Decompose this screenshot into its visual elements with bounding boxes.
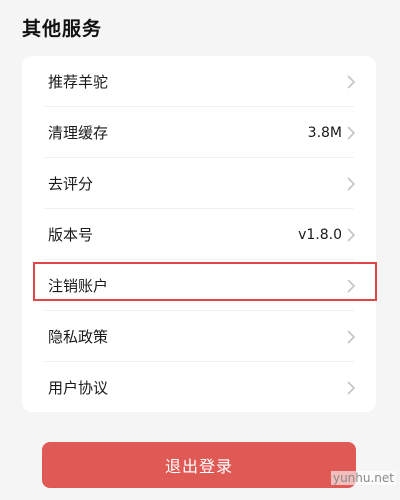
menu-item-privacy-policy[interactable]: 隐私政策 xyxy=(22,311,376,362)
menu-item-label: 清理缓存 xyxy=(48,124,109,142)
menu-item-label: 版本号 xyxy=(48,226,94,244)
chevron-right-icon xyxy=(344,381,358,395)
version-value: v1.8.0 xyxy=(298,226,342,243)
menu-item-label: 去评分 xyxy=(48,175,94,193)
chevron-right-icon xyxy=(344,75,358,89)
menu-item-label: 隐私政策 xyxy=(48,328,109,346)
services-menu-card: 推荐羊驼 清理缓存 3.8M 去评分 版本号 v1.8.0 注销账户 隐私政策 … xyxy=(22,56,376,412)
menu-item-user-agreement[interactable]: 用户协议 xyxy=(22,362,376,412)
chevron-right-icon xyxy=(344,177,358,191)
settings-page: 其他服务 推荐羊驼 清理缓存 3.8M 去评分 版本号 v1.8.0 注销账户 … xyxy=(0,0,400,500)
menu-item-version[interactable]: 版本号 v1.8.0 xyxy=(22,209,376,260)
menu-item-label: 推荐羊驼 xyxy=(48,73,109,91)
chevron-right-icon xyxy=(344,279,358,293)
chevron-right-icon xyxy=(344,126,358,140)
menu-item-recommend-alpaca[interactable]: 推荐羊驼 xyxy=(22,56,376,107)
menu-item-delete-account[interactable]: 注销账户 xyxy=(22,260,376,311)
chevron-right-icon xyxy=(344,228,358,242)
logout-button[interactable]: 退出登录 xyxy=(42,442,356,488)
chevron-right-icon xyxy=(344,330,358,344)
menu-item-label: 用户协议 xyxy=(48,379,109,397)
menu-item-rate-app[interactable]: 去评分 xyxy=(22,158,376,209)
section-title: 其他服务 xyxy=(22,18,103,40)
watermark: yunhu.net xyxy=(330,471,396,485)
menu-item-label: 注销账户 xyxy=(48,277,109,295)
menu-item-clear-cache[interactable]: 清理缓存 3.8M xyxy=(22,107,376,158)
cache-size-value: 3.8M xyxy=(307,124,342,141)
